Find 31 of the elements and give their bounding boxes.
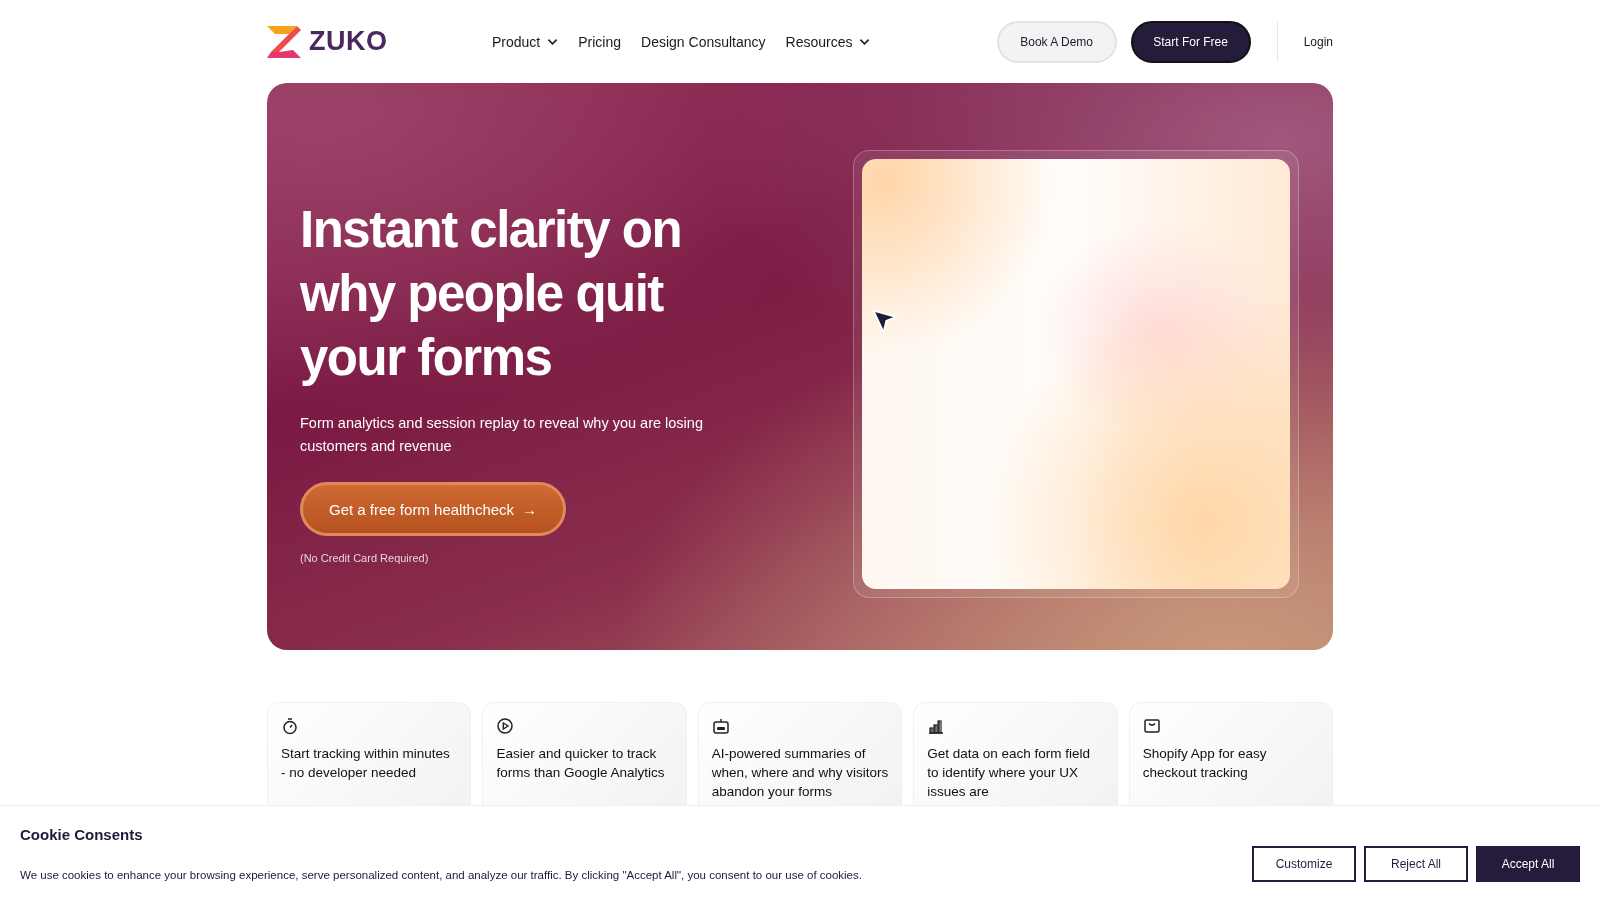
feature-text: Easier and quicker to track forms than Google Analytics	[496, 745, 666, 782]
stopwatch-icon	[281, 717, 299, 735]
nav-link[interactable]: Product	[492, 33, 559, 50]
cookie-title: Cookie Consents	[20, 825, 144, 843]
hero-headline: Instant clarity on why people quit your forms	[300, 200, 683, 388]
feature-text: Shopify App for easy checkout tracking	[1142, 745, 1268, 782]
feature-text: AI-powered summaries of when, where and why visitors abandon your forms	[711, 745, 889, 801]
play-icon	[496, 717, 515, 735]
logo-text[interactable]: ZUKO	[309, 26, 388, 57]
cta-button[interactable]: Get a free form healthcheck →	[300, 482, 567, 536]
cookie-button[interactable]: Reject All	[1364, 846, 1468, 882]
robot-icon	[711, 717, 730, 735]
nav-link[interactable]: Resources	[785, 33, 871, 50]
nav-link[interactable]: Design Consultancy	[641, 33, 766, 50]
feature-text: Start tracking within minutes - no developer needed	[281, 745, 451, 782]
chevron-down-icon	[859, 37, 871, 46]
nav-link[interactable]: Pricing	[578, 33, 622, 50]
demo-button[interactable]: Book A Demo	[996, 20, 1117, 63]
cookie-button[interactable]: Customize	[1252, 846, 1356, 882]
cookie-text: We use cookies to enhance your browsing experience, serve personalized content, and analyze our traffic. By clicking "Accept All", you consent to our use of cookies.	[20, 868, 862, 881]
cursor-icon	[872, 309, 898, 334]
chevron-down-icon	[547, 37, 559, 46]
feature-text: Get data on each form field to identify where your UX issues are	[927, 745, 1092, 801]
bar-chart-icon	[927, 717, 946, 735]
hero-subtitle: Form analytics and session replay to reveal why you are losing customers and revenue	[300, 414, 704, 456]
bag-icon	[1142, 717, 1161, 735]
note-text: (No Credit Card Required)	[300, 552, 430, 564]
logo-icon	[267, 25, 301, 58]
cookie-button[interactable]: Accept All	[1476, 846, 1580, 882]
start-button[interactable]: Start For Free	[1130, 20, 1251, 63]
login-link[interactable]: Login	[1303, 34, 1333, 49]
